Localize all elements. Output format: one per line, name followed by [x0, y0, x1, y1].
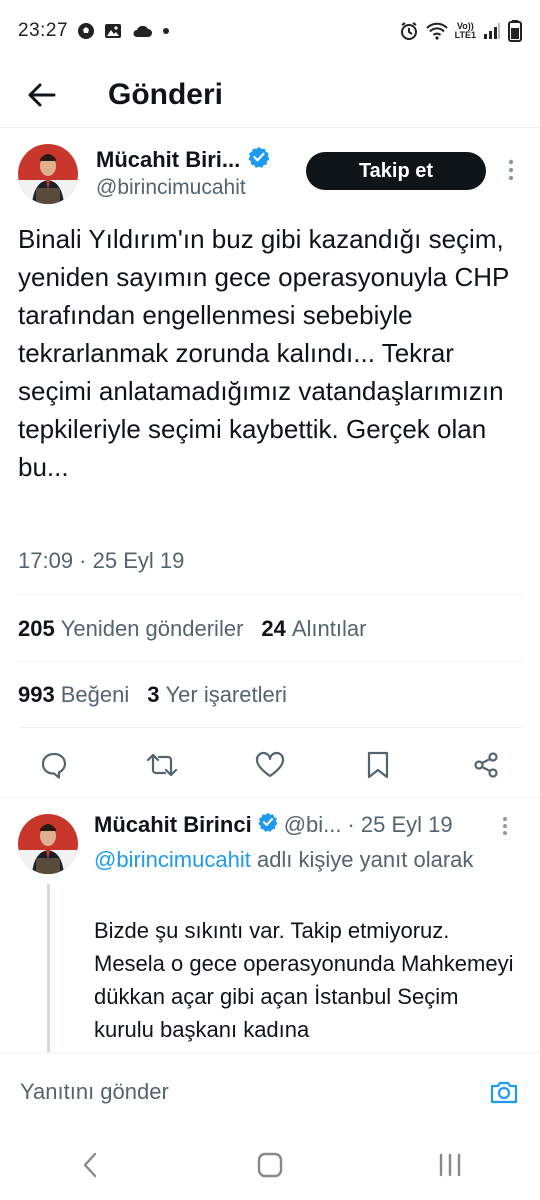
follow-button[interactable]: Takip et — [306, 152, 486, 190]
reply-author-handle[interactable]: @bi... — [284, 812, 342, 838]
stats-row-reposts: 205 Yeniden gönderiler 24 Alıntılar — [18, 616, 366, 642]
top-app-bar: Gönderi — [0, 62, 540, 128]
nav-home-button[interactable] — [240, 1135, 300, 1195]
battery-icon — [508, 20, 522, 42]
bookmarks-stat[interactable]: 3 Yer işaretleri — [147, 682, 287, 708]
bookmark-button[interactable] — [350, 735, 406, 795]
heart-icon — [255, 751, 285, 778]
reply-header: Mücahit Birinci @bi... · 25 Eyl 19 — [94, 812, 453, 838]
more-vertical-icon — [508, 159, 514, 181]
divider — [18, 661, 522, 662]
author-name-line: Mücahit Biri... — [96, 146, 270, 173]
divider — [18, 727, 522, 728]
stats-row-likes: 993 Beğeni 3 Yer işaretleri — [18, 682, 287, 708]
page-title: Gönderi — [108, 77, 224, 111]
reply-to-suffix: adlı kişiye yanıt olarak — [256, 847, 474, 872]
reply-date: · 25 Eyl 19 — [347, 812, 453, 837]
camera-button[interactable] — [488, 1076, 520, 1108]
quotes-stat[interactable]: 24 Alıntılar — [261, 616, 366, 642]
like-button[interactable] — [242, 735, 298, 795]
status-bar: 23:27 Vo)) LTE1 — [0, 0, 540, 62]
post-timestamp[interactable]: 17:09 · 25 Eyl 19 — [18, 548, 184, 574]
divider — [18, 594, 522, 595]
reply-input[interactable] — [20, 1078, 488, 1105]
author-name[interactable]: Mücahit Biri... — [96, 147, 240, 173]
post-author-row: Mücahit Biri... @birincimucahit Takip et — [0, 128, 540, 210]
thread-line — [47, 884, 50, 1052]
divider — [0, 797, 540, 798]
status-time: 23:27 — [18, 20, 69, 41]
reply-post[interactable]: Mücahit Birinci @bi... · 25 Eyl 19 @biri… — [0, 800, 540, 1052]
back-button[interactable] — [0, 62, 84, 128]
likes-stat[interactable]: 993 Beğeni — [18, 682, 129, 708]
main-post: Mücahit Biri... @birincimucahit Takip et… — [0, 128, 540, 573]
recents-icon — [439, 1153, 461, 1177]
soccer-ball-icon — [77, 22, 95, 40]
nav-back-button[interactable] — [60, 1135, 120, 1195]
mention-link[interactable]: @birincimucahit — [94, 847, 251, 872]
home-square-icon — [257, 1152, 283, 1178]
camera-icon — [490, 1081, 518, 1103]
comment-icon — [41, 752, 67, 779]
more-options-button[interactable] — [500, 154, 522, 186]
wifi-icon — [425, 22, 448, 40]
share-icon — [474, 752, 498, 778]
repost-icon — [146, 753, 178, 777]
share-button[interactable] — [458, 735, 514, 795]
image-icon — [104, 22, 122, 40]
more-vertical-icon — [503, 817, 507, 835]
repost-button[interactable] — [134, 735, 190, 795]
avatar[interactable] — [18, 144, 78, 204]
reply-author-name[interactable]: Mücahit Birinci — [94, 812, 252, 838]
reply-composer — [0, 1052, 540, 1130]
nav-recents-button[interactable] — [420, 1135, 480, 1195]
network-label: Vo)) LTE1 — [454, 21, 476, 40]
avatar[interactable] — [18, 814, 78, 874]
chevron-left-icon — [83, 1152, 97, 1178]
system-navigation-bar — [0, 1130, 540, 1200]
author-handle[interactable]: @birincimucahit — [96, 176, 246, 200]
post-text: Binali Yıldırım'ın buz gibi kazandığı se… — [18, 224, 509, 482]
post-actions — [0, 735, 540, 795]
alarm-icon — [399, 21, 419, 41]
reply-button[interactable] — [26, 735, 82, 795]
dot-icon — [162, 27, 170, 35]
verified-badge-icon — [258, 812, 278, 838]
reply-more-options-button[interactable] — [502, 816, 508, 841]
arrow-left-icon — [28, 83, 56, 106]
reposts-stat[interactable]: 205 Yeniden gönderiler — [18, 616, 243, 642]
verified-badge-icon — [248, 146, 270, 173]
bookmark-icon — [367, 751, 389, 779]
signal-icon — [483, 22, 501, 40]
reply-text: Bizde şu sıkıntı var. Takip etmiyoruz. M… — [94, 918, 514, 1042]
cloud-icon — [131, 23, 153, 39]
replying-to: @birincimucahit adlı kişiye yanıt olarak — [94, 844, 514, 876]
